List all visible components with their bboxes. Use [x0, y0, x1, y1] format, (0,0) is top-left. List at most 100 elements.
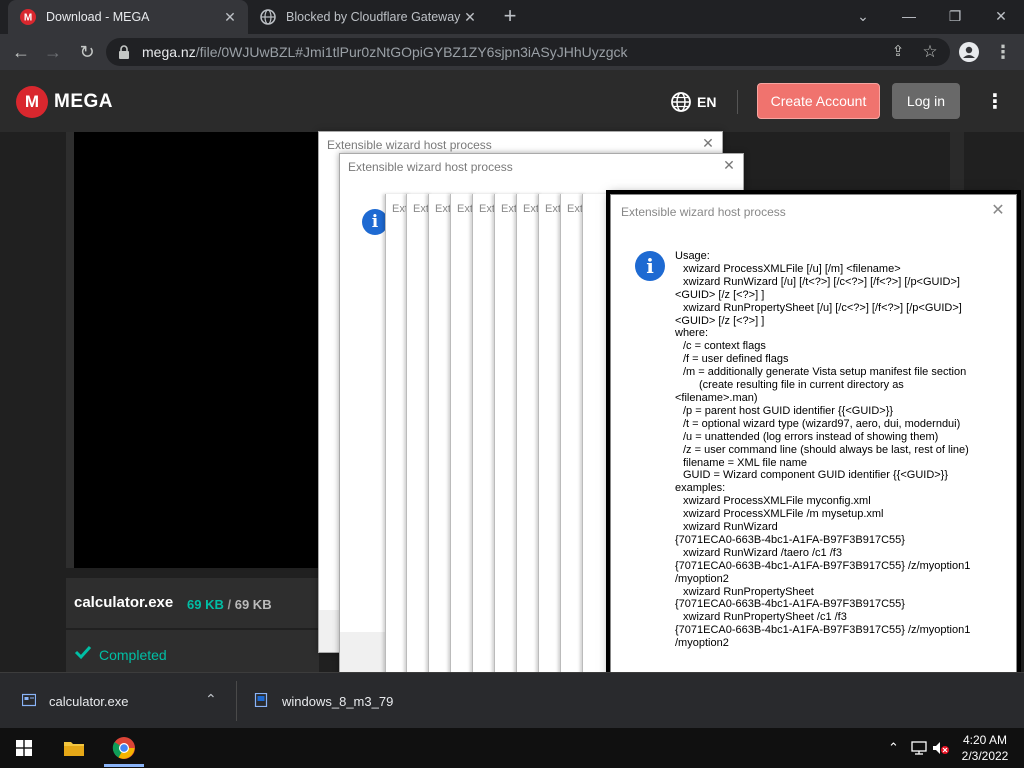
- usage-line: /z = user command line (should always be…: [683, 443, 969, 456]
- lock-icon: [119, 45, 129, 59]
- dialog-close-icon[interactable]: ✕: [721, 157, 737, 173]
- usage-line: /m = additionally generate Vista setup m…: [683, 366, 967, 379]
- chevron-up-icon[interactable]: ⌃: [205, 691, 217, 708]
- restore-button[interactable]: ❐: [932, 4, 978, 28]
- mega-logo-icon[interactable]: M: [16, 86, 48, 118]
- dialog-title: Ext: [523, 203, 539, 215]
- dialog-close-icon[interactable]: ✕: [700, 135, 716, 151]
- usage-line: xwizard RunPropertySheet [/u] [/c<?>] [/…: [683, 301, 962, 314]
- create-account-button[interactable]: Create Account: [757, 83, 880, 119]
- usage-line: (create resulting file in current direct…: [699, 379, 904, 392]
- downloaded-size: 69 KB: [187, 597, 224, 612]
- minimize-button[interactable]: —: [886, 4, 932, 28]
- info-icon: i: [635, 251, 665, 281]
- usage-line: /t = optional wizard type (wizard97, aer…: [683, 417, 961, 430]
- usage-line: Usage:: [675, 250, 710, 262]
- clock-date: 2/3/2022: [961, 749, 1009, 763]
- usage-line: xwizard RunPropertySheet /c1 /f3: [683, 611, 847, 624]
- tab-label: Download - MEGA: [46, 10, 150, 24]
- file-name: calculator.exe: [74, 594, 174, 611]
- total-size: 69 KB: [234, 597, 272, 612]
- dialog-title: Ext: [567, 203, 583, 215]
- network-icon[interactable]: [911, 741, 927, 755]
- usage-line: filename = XML file name: [683, 456, 808, 469]
- mega-header: M MEGA EN Create Account Log in ⋮: [0, 70, 1024, 132]
- url-text: mega.nz/file/0WJUwBZL#Jmi1tlPur0zNtGOpiG…: [142, 44, 628, 60]
- login-button[interactable]: Log in: [892, 83, 960, 119]
- dialog-title: Ext: [501, 203, 517, 215]
- file-icon: [254, 693, 268, 707]
- profile-avatar-icon[interactable]: [956, 39, 982, 65]
- usage-line: <GUID> [/z [<?>] ]: [675, 288, 765, 301]
- download-item-name[interactable]: calculator.exe: [49, 694, 129, 709]
- file-preview: [74, 132, 319, 568]
- usage-line: xwizard RunPropertySheet: [683, 585, 814, 598]
- tray-expand-icon[interactable]: ⌃: [888, 740, 899, 756]
- tab-search-icon[interactable]: ⌄: [840, 4, 886, 28]
- dialog-close-icon[interactable]: ✕: [990, 203, 1006, 219]
- system-clock[interactable]: 4:20 AM 2/3/2022: [948, 732, 1022, 764]
- bookmark-star-icon[interactable]: ☆: [917, 39, 943, 65]
- mega-wordmark[interactable]: MEGA: [54, 91, 113, 113]
- file-size: 69 KB / 69 KB: [187, 597, 272, 612]
- clock-time: 4:20 AM: [962, 733, 1008, 747]
- usage-line: examples:: [675, 482, 726, 495]
- address-bar[interactable]: mega.nz/file/0WJUwBZL#Jmi1tlPur0zNtGOpiG…: [106, 38, 950, 66]
- chrome-icon[interactable]: [112, 736, 136, 760]
- usage-line: xwizard ProcessXMLFile myconfig.xml: [683, 495, 871, 508]
- close-tab-icon[interactable]: ✕: [462, 9, 478, 25]
- dialog-title: Ext: [545, 203, 561, 215]
- usage-line: xwizard RunWizard: [683, 521, 778, 534]
- dialog-title: Ext: [479, 203, 495, 215]
- dialog-title: Extensible wizard host process: [348, 160, 513, 174]
- back-icon[interactable]: ←: [8, 39, 34, 65]
- chrome-menu-icon[interactable]: ⋮: [990, 39, 1016, 65]
- wizard-dialog-stacked[interactable]: [582, 194, 612, 716]
- file-explorer-icon[interactable]: [62, 736, 86, 760]
- url-host: mega.nz: [142, 44, 196, 60]
- usage-line: <filename>.man): [675, 391, 758, 404]
- tab-download-mega[interactable]: M Download - MEGA ✕: [8, 0, 248, 34]
- url-path: /file/0WJUwBZL#Jmi1tlPur0zNtGOpiGYBZ1ZY6…: [195, 44, 628, 60]
- tab-label: Blocked by Cloudflare Gateway: [286, 10, 461, 24]
- file-info-bar: calculator.exe 69 KB / 69 KB: [66, 578, 319, 628]
- usage-line: {7071ECA0-663B-4bc1-A1FA-B97F3B917C55}: [675, 533, 905, 546]
- checkmark-icon: [74, 645, 92, 660]
- usage-line: xwizard RunWizard [/u] [/t<?>] [/c<?>] […: [683, 275, 960, 288]
- download-shelf: calculator.exe ⌃ windows_8_m3_79: [0, 672, 1024, 728]
- dialog-title: Ext: [457, 203, 473, 215]
- usage-line: where:: [675, 327, 709, 340]
- preview-border: [66, 132, 74, 568]
- dialog-title: Ext: [413, 203, 429, 215]
- wizard-dialog-main[interactable]: Extensible wizard host process ✕ i Usage…: [610, 194, 1017, 716]
- new-tab-button[interactable]: +: [498, 5, 522, 29]
- globe-favicon-icon: [260, 9, 276, 25]
- download-item-name[interactable]: windows_8_m3_79: [282, 694, 393, 709]
- close-window-button[interactable]: ✕: [978, 4, 1024, 28]
- dialog-title: Extensible wizard host process: [621, 205, 786, 219]
- usage-line: xwizard ProcessXMLFile /m mysetup.xml: [683, 508, 884, 521]
- windows-start-icon[interactable]: [16, 740, 32, 756]
- windows-taskbar: ⌃ 4:20 AM 2/3/2022: [0, 728, 1024, 768]
- usage-line: /p = parent host GUID identifier {{<GUID…: [683, 404, 894, 417]
- usage-line: {7071ECA0-663B-4bc1-A1FA-B97F3B917C55} /…: [675, 559, 971, 572]
- close-tab-icon[interactable]: ✕: [222, 9, 238, 25]
- active-app-indicator: [104, 764, 144, 767]
- usage-line: /myoption2: [675, 572, 729, 585]
- usage-line: {7071ECA0-663B-4bc1-A1FA-B97F3B917C55} /…: [675, 624, 971, 637]
- download-status: Completed: [66, 630, 319, 672]
- globe-icon[interactable]: [671, 92, 691, 112]
- forward-icon[interactable]: →: [40, 39, 66, 65]
- size-separator: /: [227, 597, 232, 612]
- browser-tab-strip: M Download - MEGA ✕ Blocked by Cloudflar…: [0, 0, 1024, 34]
- language-selector[interactable]: EN: [697, 94, 716, 110]
- tab-cloudflare[interactable]: Blocked by Cloudflare Gateway ✕: [248, 0, 488, 34]
- dialog-title: Extensible wizard host process: [327, 138, 492, 152]
- share-icon[interactable]: ⇪: [885, 39, 911, 65]
- usage-line: GUID = Wizard component GUID identifier …: [683, 469, 949, 482]
- more-menu-icon[interactable]: ⋮: [985, 92, 1005, 112]
- shelf-divider: [236, 681, 237, 721]
- usage-line: xwizard RunWizard /taero /c1 /f3: [683, 546, 842, 559]
- header-divider: [737, 90, 738, 114]
- reload-icon[interactable]: ↻: [74, 39, 100, 65]
